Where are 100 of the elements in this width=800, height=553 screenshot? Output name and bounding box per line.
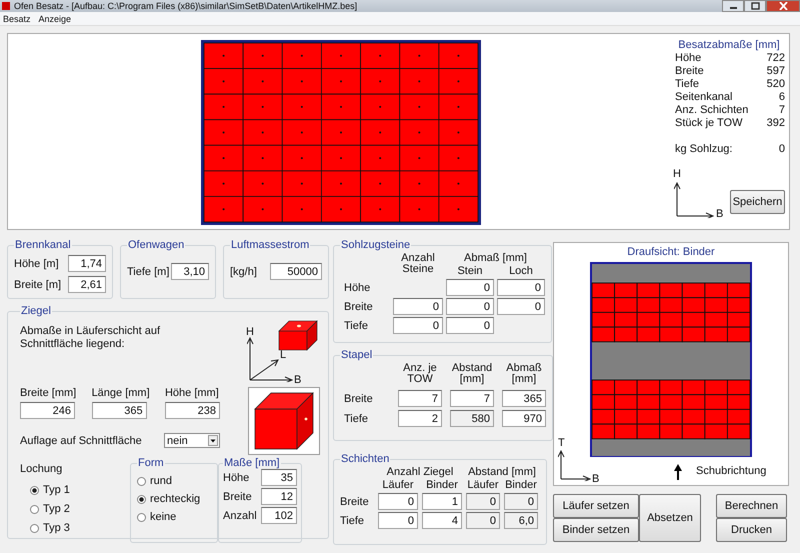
- plan-title: Draufsicht: Binder: [627, 246, 715, 258]
- action-button[interactable]: Läufer setzen: [553, 494, 639, 518]
- menu-item[interactable]: Anzeige: [38, 14, 72, 24]
- column-header: Stein: [456, 266, 484, 277]
- group-title: Ofenwagen: [127, 239, 186, 251]
- summary-value: 0: [778, 143, 785, 156]
- axes-icon: [674, 180, 716, 218]
- input-field[interactable]: 0: [393, 317, 443, 334]
- window-title: Ofen Besatz - [Aufbau: C:\Program Files (x86)\similar\SimSetB\Daten\ArtikelHMZ.bes]: [14, 1, 358, 11]
- field-label: [kg/h]: [230, 266, 257, 278]
- radio-button[interactable]: [30, 524, 39, 532]
- radio-label: rund: [150, 475, 172, 487]
- column-header: Abmaß [mm]: [505, 363, 543, 387]
- close-button[interactable]: [766, 0, 800, 12]
- input-field[interactable]: 0: [497, 279, 545, 296]
- input-field[interactable]: 0: [446, 298, 494, 315]
- input-field[interactable]: 1: [422, 493, 462, 510]
- radio-label: Typ 3: [43, 522, 70, 534]
- input-field[interactable]: 0: [378, 493, 418, 510]
- column-header: Abstand [mm]: [467, 467, 537, 478]
- radio-button[interactable]: [137, 476, 146, 486]
- summary-label: Tiefe: [675, 78, 700, 91]
- field-label: Höhe [mm]: [164, 387, 219, 399]
- axis-label: B: [592, 473, 600, 485]
- arrow-up-icon: [674, 464, 682, 480]
- row-label: Tiefe: [340, 514, 366, 526]
- radio-button[interactable]: [30, 486, 39, 494]
- input-field[interactable]: 0: [446, 317, 494, 334]
- input-field[interactable]: 365: [502, 390, 546, 407]
- group-title: Brennkanal: [14, 239, 72, 251]
- action-button[interactable]: Absetzen: [639, 494, 701, 542]
- row-label: Tiefe: [343, 320, 370, 332]
- input-field[interactable]: 2: [398, 410, 442, 427]
- field-label: Länge [mm]: [92, 387, 150, 399]
- summary-value: 520: [766, 78, 785, 91]
- input-field[interactable]: 0: [497, 298, 545, 315]
- radio-label: Typ 2: [43, 503, 70, 515]
- menu-item[interactable]: Besatz: [3, 14, 31, 24]
- input-field[interactable]: 970: [502, 410, 546, 427]
- radio-button[interactable]: [30, 504, 39, 514]
- radio-label: keine: [150, 511, 176, 523]
- field-label: Anzahl: [223, 510, 257, 522]
- brick-icon: [278, 319, 318, 351]
- radio-button[interactable]: [137, 512, 146, 522]
- save-button[interactable]: Speichern: [730, 190, 785, 214]
- maximize-icon: [750, 2, 760, 10]
- radio-label: rechteckig: [150, 493, 200, 505]
- input-field[interactable]: 7: [450, 390, 494, 407]
- maximize-button[interactable]: [744, 0, 766, 12]
- summary-title: Besatzabmaße [mm]: [677, 39, 781, 51]
- column-header: Abmaß [mm]: [463, 253, 528, 264]
- input-field[interactable]: 238: [164, 402, 220, 419]
- direction-label: Schubrichtung: [696, 465, 766, 478]
- group-title: Form: [137, 457, 165, 469]
- input-field[interactable]: 3,10: [171, 263, 209, 280]
- summary-value: 6: [778, 91, 785, 104]
- summary-label: Stück je TOW: [675, 117, 742, 130]
- field-label: Auflage auf Schnittfläche: [20, 434, 142, 446]
- row-label: Tiefe: [343, 412, 370, 424]
- summary-value: 7: [778, 104, 785, 117]
- input-field[interactable]: 0: [393, 298, 443, 315]
- column-header: Abstand [mm]: [450, 363, 494, 387]
- input-field[interactable]: 0: [378, 512, 418, 529]
- input-field[interactable]: 365: [92, 402, 147, 419]
- input-field[interactable]: 50000: [270, 263, 322, 280]
- axes-icon: [247, 336, 293, 382]
- close-icon: [778, 2, 788, 10]
- action-button[interactable]: Drucken: [716, 518, 787, 542]
- row-label: Breite: [340, 496, 370, 508]
- input-field[interactable]: 1,74: [68, 255, 106, 272]
- dropdown[interactable]: nein: [164, 433, 220, 448]
- column-header: Anzahl Ziegel: [386, 467, 454, 478]
- summary-value: 597: [766, 65, 785, 78]
- input-field[interactable]: 246: [20, 402, 75, 419]
- field-label: Tiefe [m]: [127, 266, 170, 278]
- input-field[interactable]: 4: [422, 512, 462, 529]
- column-header: Anz. je TOW: [402, 363, 438, 387]
- input-field[interactable]: 2,61: [68, 276, 106, 293]
- column-header: Läufer: [466, 480, 500, 491]
- column-header: Läufer: [381, 480, 415, 491]
- input-field[interactable]: 12: [261, 488, 297, 505]
- summary-label: Anz. Schichten: [675, 104, 748, 117]
- input-field[interactable]: 35: [261, 469, 297, 486]
- field-label: Höhe: [223, 472, 250, 484]
- summary-label: kg Sohlzug:: [675, 143, 732, 156]
- summary-value: 392: [766, 117, 785, 130]
- column-header: Anzahl Steine: [400, 253, 436, 275]
- action-button[interactable]: Binder setzen: [553, 518, 639, 542]
- row-label: Höhe: [343, 282, 372, 294]
- input-field[interactable]: 102: [261, 507, 297, 524]
- minimize-button[interactable]: [722, 0, 744, 12]
- input-field[interactable]: 0: [446, 279, 494, 296]
- group-title: Stapel: [340, 349, 374, 361]
- summary-label: Höhe: [675, 52, 702, 65]
- action-button[interactable]: Berechnen: [716, 494, 787, 518]
- radio-button[interactable]: [137, 494, 146, 504]
- column-header: Binder: [504, 480, 538, 491]
- radio-label: Typ 1: [43, 484, 70, 496]
- field-label: Breite [mm]: [20, 387, 76, 399]
- input-field[interactable]: 7: [398, 390, 442, 407]
